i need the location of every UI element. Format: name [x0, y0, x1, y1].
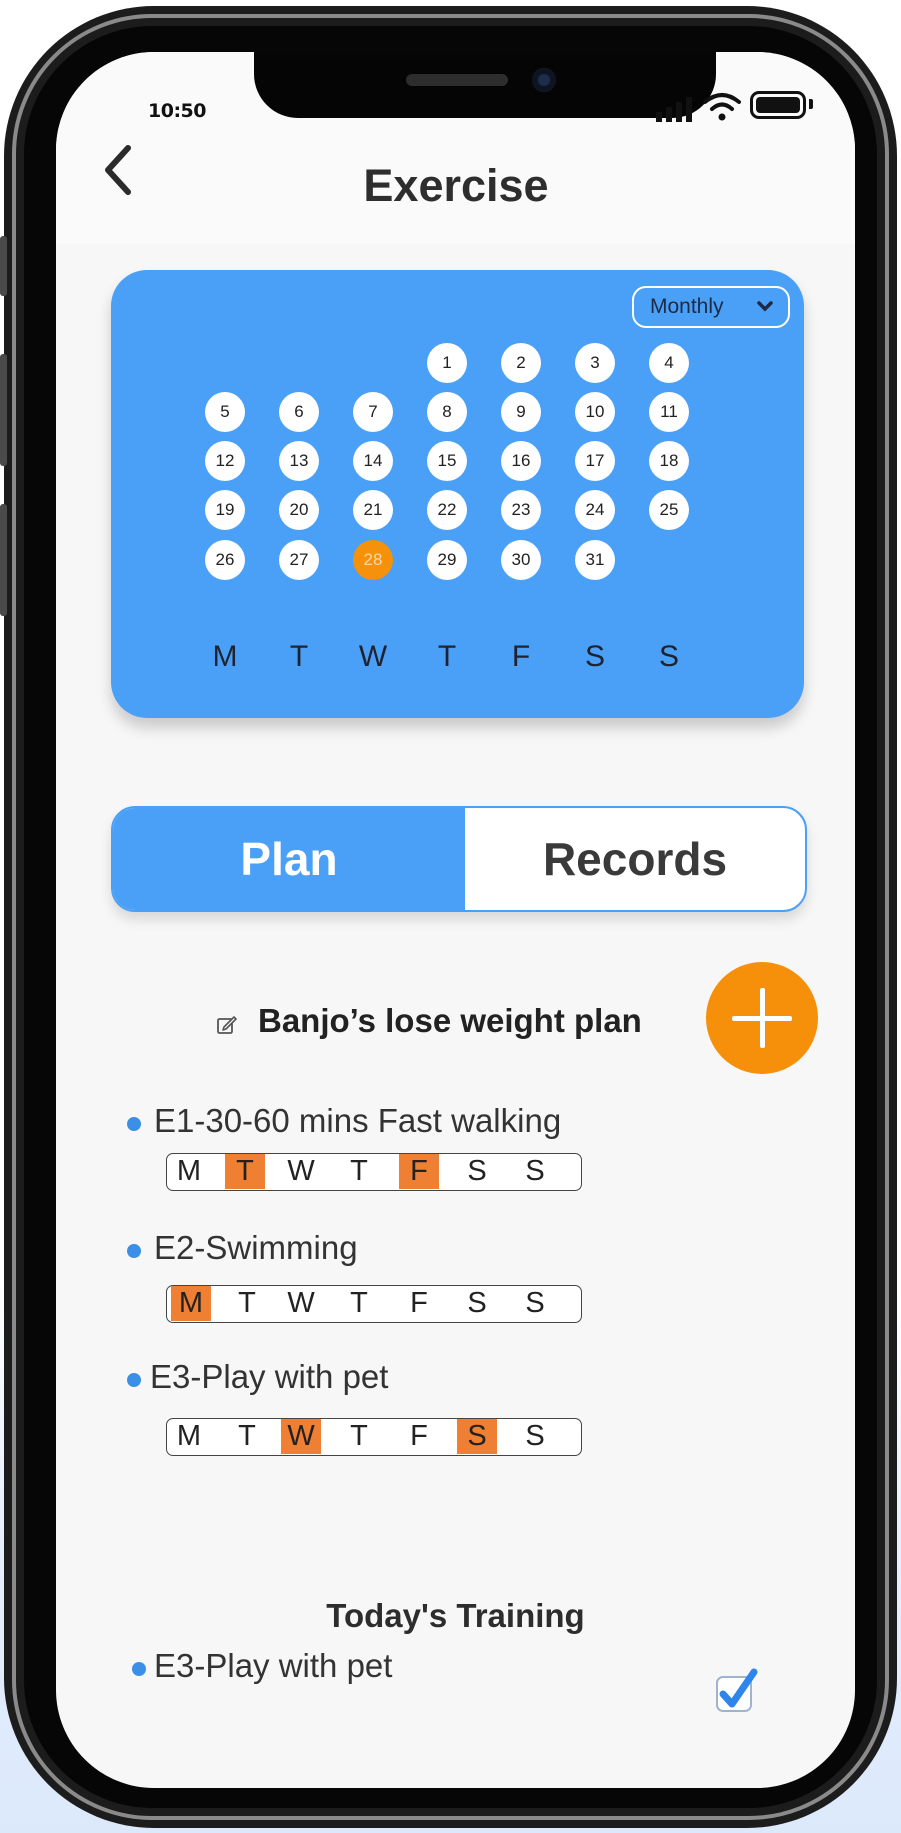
status-time: 10:50 [148, 100, 206, 122]
back-chevron-icon[interactable] [98, 140, 138, 200]
calendar-day[interactable]: 27 [279, 540, 319, 580]
calendar-day[interactable]: 2 [501, 343, 541, 383]
week-day-active[interactable]: T [225, 1154, 265, 1189]
mute-switch [0, 236, 7, 296]
week-day[interactable]: W [281, 1286, 321, 1321]
tab-records[interactable]: Records [465, 808, 805, 910]
calendar-day[interactable]: 18 [649, 441, 689, 481]
today-training-title: Today's Training [326, 1597, 585, 1634]
weekday-label: T [289, 640, 309, 673]
volume-up-button [0, 354, 7, 466]
exercise-week-days: M T W T F S S [166, 1418, 582, 1456]
bullet-icon [132, 1662, 146, 1676]
speaker-grille [406, 74, 508, 86]
tab-plan[interactable]: Plan [113, 808, 465, 910]
exercise-week-days: M T W T F S S [166, 1153, 582, 1191]
calendar-day[interactable]: 30 [501, 540, 541, 580]
bullet-icon [127, 1117, 141, 1131]
calendar-day[interactable]: 11 [649, 392, 689, 432]
page-title: Exercise [363, 160, 549, 211]
wifi-icon [703, 93, 741, 121]
calendar-day[interactable]: 14 [353, 441, 393, 481]
chevron-down-icon [757, 301, 773, 312]
calendar-day[interactable]: 16 [501, 441, 541, 481]
calendar-day[interactable]: 19 [205, 490, 245, 530]
week-day[interactable]: S [457, 1154, 497, 1189]
exercise-label: E2-Swimming [154, 1229, 358, 1266]
weekday-label: W [358, 640, 388, 673]
view-select-value: Monthly [650, 295, 724, 318]
calendar-day[interactable]: 17 [575, 441, 615, 481]
bullet-icon [127, 1244, 141, 1258]
edit-icon[interactable] [216, 1014, 238, 1036]
calendar-card: Monthly 1 2 3 4 5 6 7 8 9 10 11 12 13 14… [111, 270, 804, 718]
calendar-day[interactable]: 15 [427, 441, 467, 481]
view-select[interactable]: Monthly [632, 286, 790, 328]
calendar-day[interactable]: 21 [353, 490, 393, 530]
week-day[interactable]: S [515, 1419, 555, 1454]
week-day[interactable]: T [227, 1286, 267, 1321]
week-day[interactable]: F [399, 1419, 439, 1454]
week-day-active[interactable]: W [281, 1419, 321, 1454]
week-day[interactable]: W [281, 1154, 321, 1189]
calendar-day[interactable]: 9 [501, 392, 541, 432]
volume-down-button [0, 504, 7, 616]
week-day[interactable]: F [399, 1286, 439, 1321]
front-camera [532, 68, 556, 92]
calendar-day[interactable]: 1 [427, 343, 467, 383]
bullet-icon [127, 1373, 141, 1387]
calendar-day[interactable]: 8 [427, 392, 467, 432]
calendar-day[interactable]: 4 [649, 343, 689, 383]
week-day-active[interactable]: M [171, 1286, 211, 1321]
today-training-item: E3-Play with pet [154, 1647, 393, 1684]
calendar-day[interactable]: 6 [279, 392, 319, 432]
weekday-label: S [584, 640, 605, 673]
calendar-day[interactable]: 24 [575, 490, 615, 530]
battery-nub [809, 99, 813, 109]
week-day[interactable]: T [339, 1419, 379, 1454]
week-day[interactable]: M [169, 1419, 209, 1454]
weekday-label: S [658, 640, 679, 673]
calendar-day-selected[interactable]: 28 [353, 540, 393, 580]
battery-icon [750, 91, 806, 119]
calendar-day[interactable]: 25 [649, 490, 689, 530]
week-day-active[interactable]: S [457, 1419, 497, 1454]
week-day[interactable]: M [169, 1154, 209, 1189]
exercise-label: E3-Play with pet [150, 1358, 389, 1395]
calendar-day[interactable]: 29 [427, 540, 467, 580]
calendar-day[interactable]: 3 [575, 343, 615, 383]
week-day-active[interactable]: F [399, 1154, 439, 1189]
week-day[interactable]: S [457, 1286, 497, 1321]
weekday-label: F [511, 640, 531, 673]
week-day[interactable]: T [339, 1286, 379, 1321]
calendar-day[interactable]: 7 [353, 392, 393, 432]
plan-records-tabs: Plan Records [111, 806, 807, 912]
week-day[interactable]: T [227, 1419, 267, 1454]
plan-title: Banjo’s lose weight plan [258, 1002, 642, 1039]
calendar-day[interactable]: 12 [205, 441, 245, 481]
exercise-label: E1-30-60 mins Fast walking [154, 1102, 562, 1139]
week-day[interactable]: S [515, 1154, 555, 1189]
weekday-label: T [437, 640, 457, 673]
checkbox-checked-icon[interactable] [714, 1668, 760, 1716]
calendar-day[interactable]: 20 [279, 490, 319, 530]
calendar-day[interactable]: 10 [575, 392, 615, 432]
exercise-week-days: M T W T F S S [166, 1285, 582, 1323]
add-exercise-button[interactable] [706, 962, 818, 1074]
week-day[interactable]: S [515, 1286, 555, 1321]
calendar-day[interactable]: 22 [427, 490, 467, 530]
signal-icon [656, 97, 692, 122]
calendar-day[interactable]: 5 [205, 392, 245, 432]
notch [254, 52, 716, 118]
calendar-day[interactable]: 23 [501, 490, 541, 530]
app-screen: 10:50 Exercise Monthly 1 2 3 4 5 6 7 8 9… [56, 52, 855, 1788]
calendar-day[interactable]: 13 [279, 441, 319, 481]
week-day[interactable]: T [339, 1154, 379, 1189]
calendar-day[interactable]: 26 [205, 540, 245, 580]
weekday-label: M [212, 640, 238, 673]
calendar-day[interactable]: 31 [575, 540, 615, 580]
